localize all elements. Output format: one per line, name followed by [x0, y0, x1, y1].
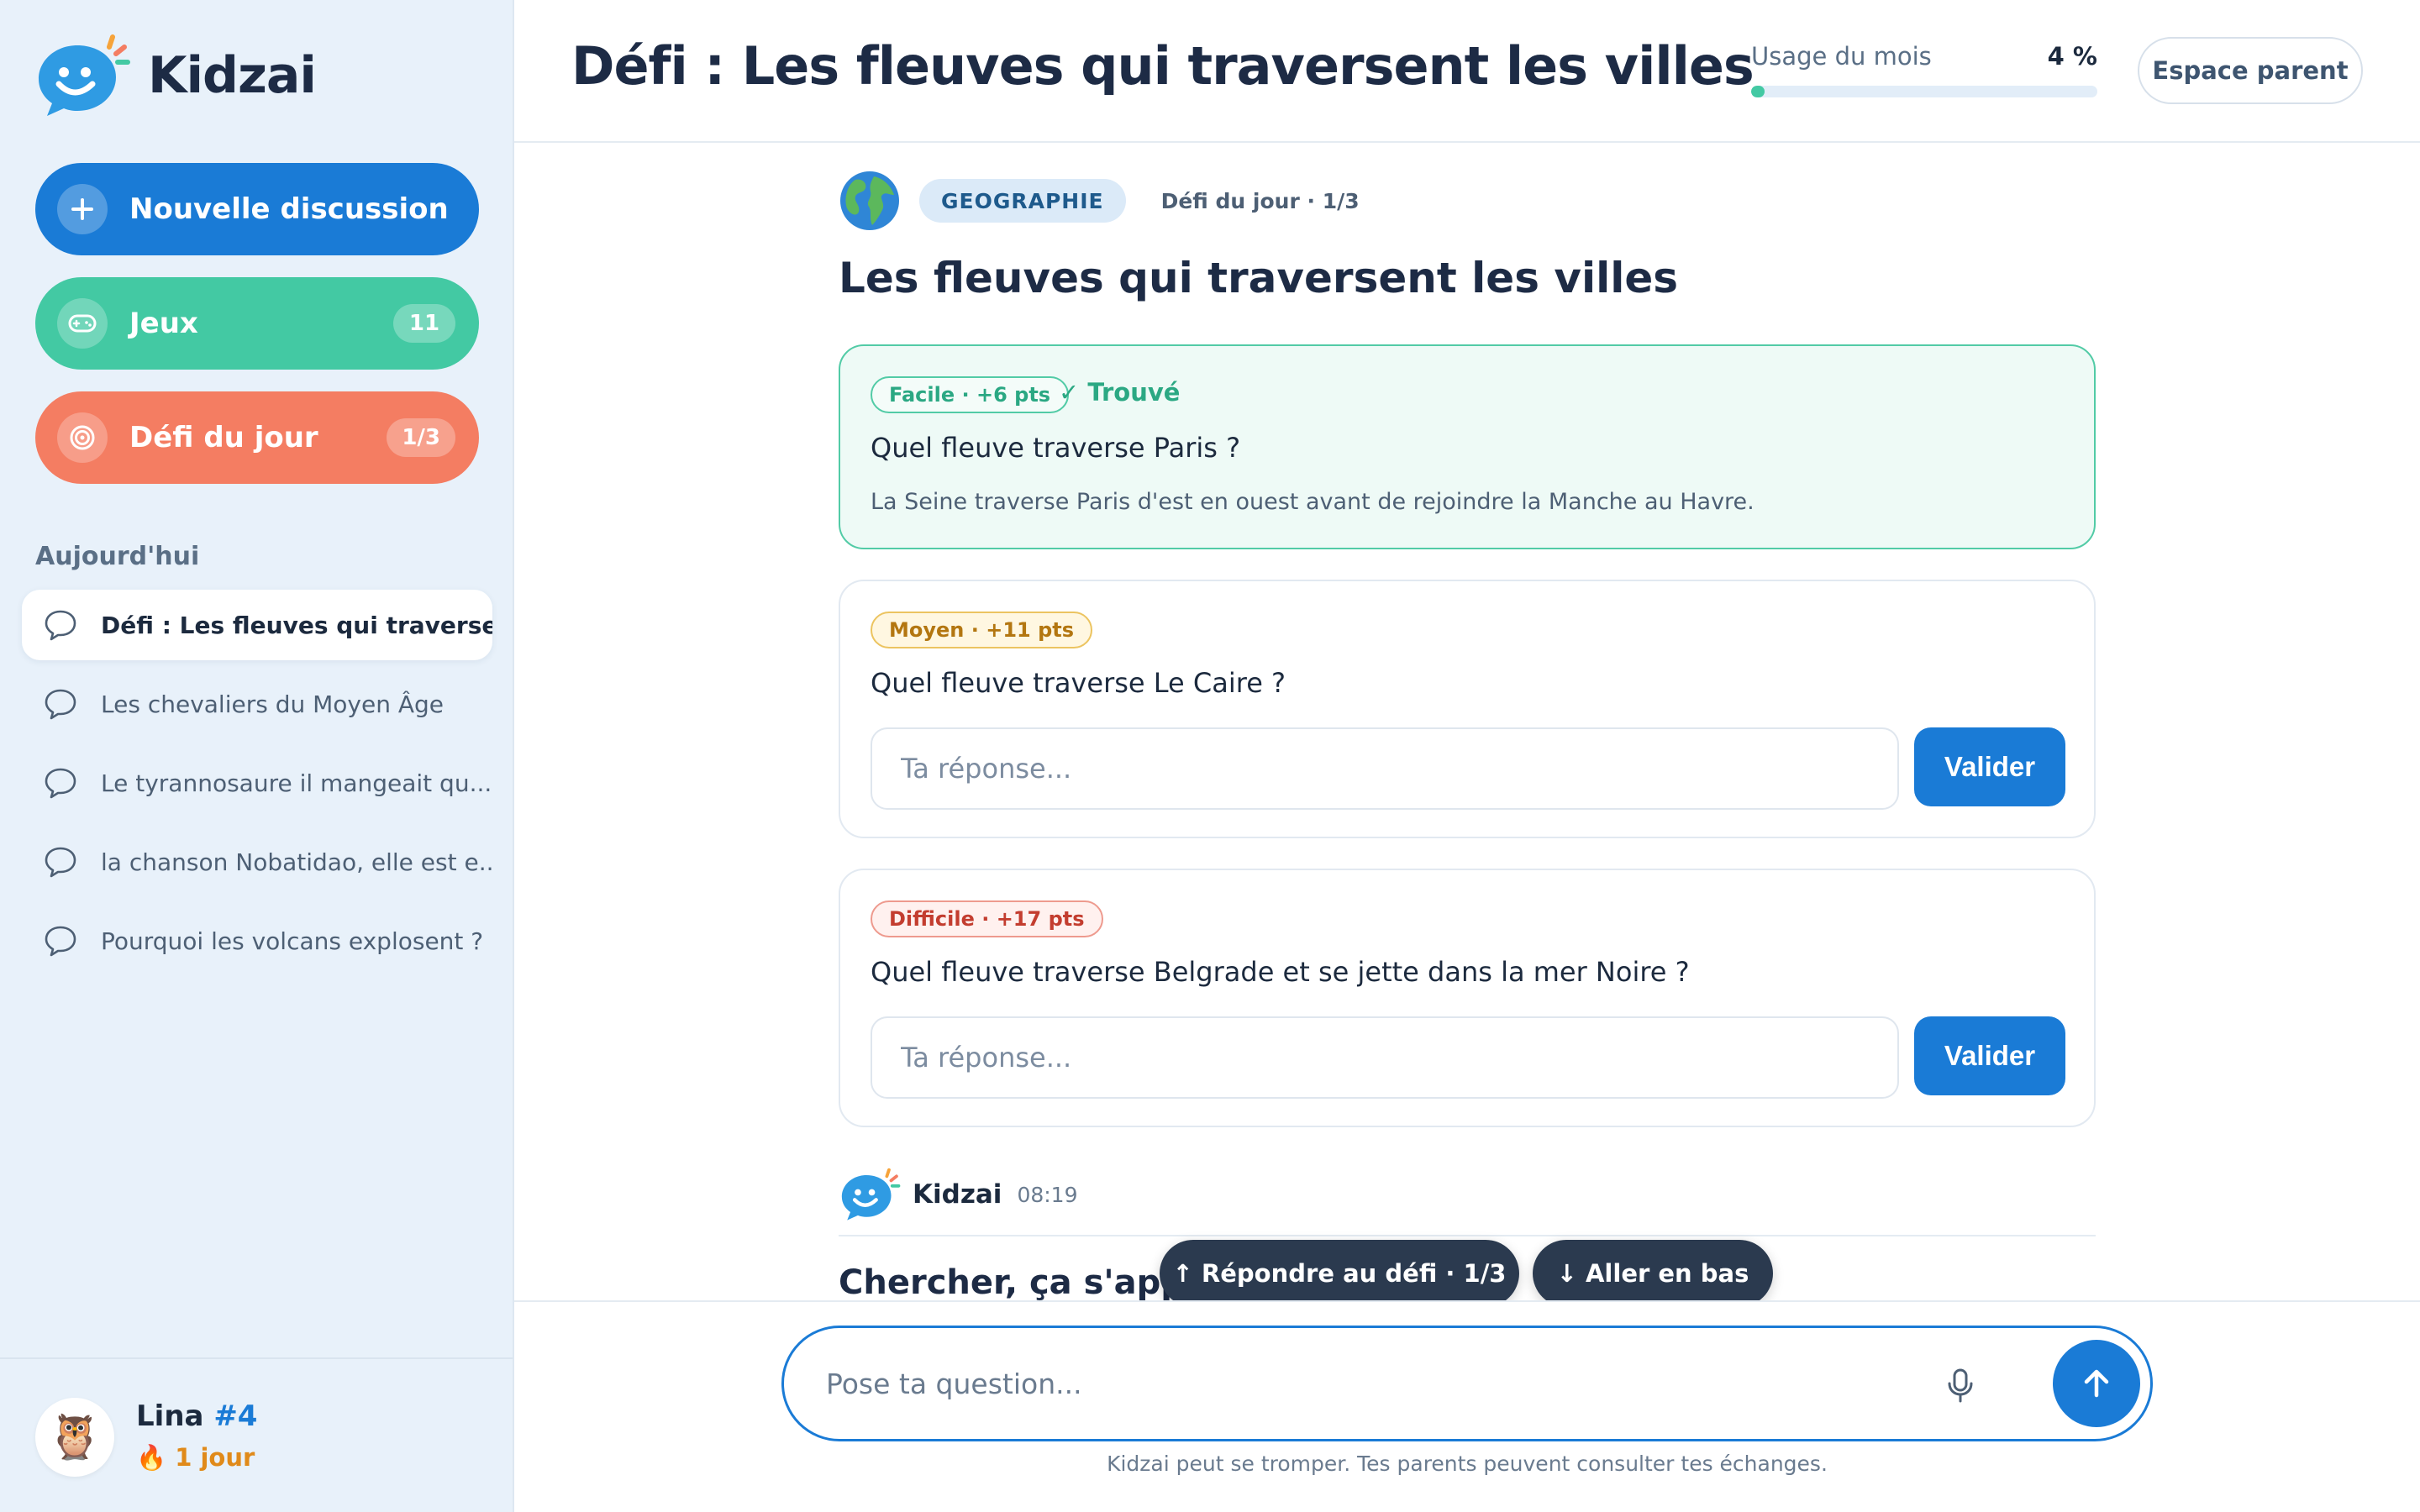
divider	[839, 1235, 2096, 1236]
section-title-today: Aujourd'hui	[35, 542, 200, 571]
difficulty-badge-easy: Facile · +6 pts	[871, 376, 1070, 413]
usage-progress-bar	[1751, 86, 2097, 97]
parent-space-button[interactable]: Espace parent	[2138, 37, 2363, 104]
conversation-list: Défi : Les fleuves qui traverse... Les c…	[22, 590, 492, 984]
question-text: Quel fleuve traverse Le Caire ?	[871, 667, 1286, 699]
kidzai-avatar-icon	[841, 1168, 901, 1221]
plus-icon	[57, 184, 108, 234]
app-logo[interactable]: Kidzai	[34, 34, 317, 118]
games-count-badge: 11	[393, 304, 455, 343]
challenge-topic-row: GEOGRAPHIE Défi du jour · 1/3	[839, 170, 1360, 232]
chat-bubble-icon	[45, 610, 76, 641]
question-input[interactable]	[826, 1353, 1918, 1414]
question-card-hard: Difficile · +17 pts Quel fleuve traverse…	[839, 869, 2096, 1127]
question-text: Quel fleuve traverse Belgrade et se jett…	[871, 956, 1690, 988]
bot-name: Kidzai	[913, 1179, 1002, 1210]
conversation-item[interactable]: la chanson Nobatidao, elle est e...	[22, 827, 492, 897]
found-status: ✓ Trouvé	[1059, 378, 1181, 407]
bot-message-header: Kidzai 08:19	[839, 1168, 1077, 1221]
chat-bubble-icon	[45, 926, 76, 957]
avatar[interactable]: 🦉	[35, 1398, 114, 1477]
composer-area: Kidzai peut se tromper. Tes parents peuv…	[514, 1300, 2420, 1512]
conversation-title: Défi : Les fleuves qui traverse...	[101, 611, 492, 639]
sidebar: Kidzai Nouvelle discussion Jeux 11 Défi …	[0, 0, 514, 1512]
user-name: Lina	[136, 1399, 204, 1433]
answer-input-hard[interactable]	[871, 1016, 1899, 1099]
conversation-item[interactable]: Les chevaliers du Moyen Âge	[22, 669, 492, 739]
games-button[interactable]: Jeux 11	[35, 277, 479, 370]
new-discussion-label: Nouvelle discussion	[129, 192, 449, 226]
conversation-title: Pourquoi les volcans explosent ?	[101, 927, 484, 955]
user-rank: #4	[213, 1399, 258, 1433]
conversation-item-active[interactable]: Défi : Les fleuves qui traverse...	[22, 590, 492, 660]
conversation-item[interactable]: Le tyrannosaure il mangeait qu...	[22, 748, 492, 818]
monthly-usage: Usage du mois 4 %	[1751, 42, 2097, 97]
scroll-to-bottom-button[interactable]: ↓ Aller en bas	[1533, 1240, 1773, 1307]
question-card-medium: Moyen · +11 pts Quel fleuve traverse Le …	[839, 580, 2096, 838]
question-text: Quel fleuve traverse Paris ?	[871, 432, 1241, 464]
chat-bubble-icon	[45, 768, 76, 799]
usage-progress-fill	[1751, 86, 1765, 97]
kidzai-logo-icon	[39, 34, 130, 116]
user-name-line: Lina #4	[136, 1399, 257, 1433]
target-icon	[57, 412, 108, 463]
conversation-title: Le tyrannosaure il mangeait qu...	[101, 769, 492, 797]
microphone-icon[interactable]	[1940, 1365, 1981, 1405]
daily-challenge-badge: 1/3	[387, 418, 455, 457]
arrow-up-icon	[2084, 1369, 2109, 1398]
chat-bubble-icon	[45, 689, 76, 720]
challenge-meta: Défi du jour · 1/3	[1160, 188, 1360, 213]
difficulty-badge-hard: Difficile · +17 pts	[871, 900, 1103, 937]
validate-button-hard[interactable]: Valider	[1914, 1016, 2065, 1095]
disclaimer: Kidzai peut se tromper. Tes parents peuv…	[1107, 1452, 1828, 1476]
app-name: Kidzai	[148, 46, 317, 105]
page-title: Défi : Les fleuves qui traversent les vi…	[571, 35, 1754, 97]
message-composer	[781, 1326, 2153, 1441]
difficulty-badge-medium: Moyen · +11 pts	[871, 612, 1093, 648]
chat-bubble-icon	[45, 847, 76, 878]
daily-challenge-button[interactable]: Défi du jour 1/3	[35, 391, 479, 484]
validate-button-medium[interactable]: Valider	[1914, 727, 2065, 806]
globe-icon	[840, 171, 899, 230]
answer-explanation: La Seine traverse Paris d'est en ouest a…	[871, 489, 1754, 515]
gamepad-icon	[57, 298, 108, 349]
answer-challenge-button[interactable]: ↑ Répondre au défi · 1/3	[1160, 1240, 1519, 1307]
question-card-easy: Facile · +6 pts ✓ Trouvé Quel fleuve tra…	[839, 344, 2096, 549]
send-button[interactable]	[2053, 1340, 2140, 1427]
games-label: Jeux	[129, 307, 198, 340]
daily-challenge-label: Défi du jour	[129, 421, 318, 454]
user-streak: 🔥 1 jour	[136, 1443, 255, 1472]
conversation-title: Les chevaliers du Moyen Âge	[101, 690, 445, 718]
challenge-title: Les fleuves qui traversent les villes	[839, 254, 1679, 302]
message-timestamp: 08:19	[1017, 1182, 1078, 1207]
topic-chip: GEOGRAPHIE	[919, 179, 1126, 223]
usage-percent: 4 %	[2047, 42, 2097, 71]
answer-input-medium[interactable]	[871, 727, 1899, 810]
header: Défi : Les fleuves qui traversent les vi…	[514, 0, 2420, 143]
user-profile[interactable]: 🦉 Lina #4 🔥 1 jour	[0, 1357, 513, 1512]
conversation-title: la chanson Nobatidao, elle est e...	[101, 848, 492, 876]
new-discussion-button[interactable]: Nouvelle discussion	[35, 163, 479, 255]
conversation-item[interactable]: Pourquoi les volcans explosent ?	[22, 906, 492, 976]
chat-area: GEOGRAPHIE Défi du jour · 1/3 Les fleuve…	[514, 144, 2420, 1300]
usage-label: Usage du mois	[1751, 42, 1932, 71]
owl-avatar-icon: 🦉	[47, 1412, 103, 1462]
